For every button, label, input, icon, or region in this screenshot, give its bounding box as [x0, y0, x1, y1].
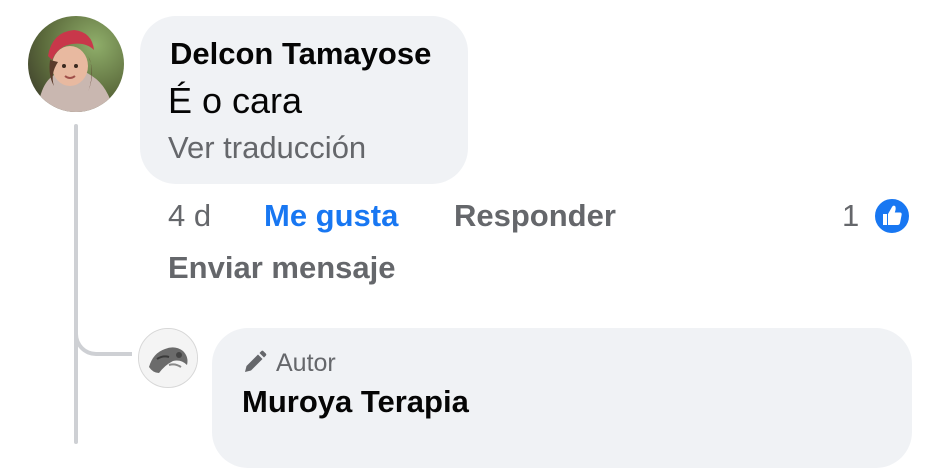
comment-timestamp[interactable]: 4 d	[168, 198, 211, 234]
reply-author-name[interactable]: Muroya Terapia	[242, 384, 469, 420]
reply-author-avatar[interactable]	[138, 328, 198, 388]
reply-button[interactable]: Responder	[454, 198, 616, 234]
author-badge-label: Autor	[276, 348, 336, 377]
commenter-avatar[interactable]	[28, 16, 124, 112]
thumbs-up-icon	[872, 196, 912, 236]
comment-actions: 4 d Me gusta Responder Enviar mensaje	[0, 198, 940, 285]
user-avatar-image	[28, 16, 124, 112]
page-avatar-image	[139, 329, 197, 387]
comment-text: É o cara	[168, 80, 303, 121]
comment-author-name[interactable]: Delcon Tamayose	[170, 36, 431, 72]
send-message-button[interactable]: Enviar mensaje	[168, 250, 395, 286]
like-button[interactable]: Me gusta	[264, 198, 398, 234]
reply-connector-line	[74, 270, 132, 356]
pencil-icon	[240, 349, 268, 377]
author-badge: Autor	[240, 348, 336, 378]
comment-bubble: Delcon Tamayose É o cara Ver traducción	[140, 16, 468, 184]
reaction-count: 1	[842, 198, 860, 233]
reply-bubble: Autor Muroya Terapia	[212, 328, 912, 468]
translate-link[interactable]: Ver traducción	[168, 130, 366, 166]
